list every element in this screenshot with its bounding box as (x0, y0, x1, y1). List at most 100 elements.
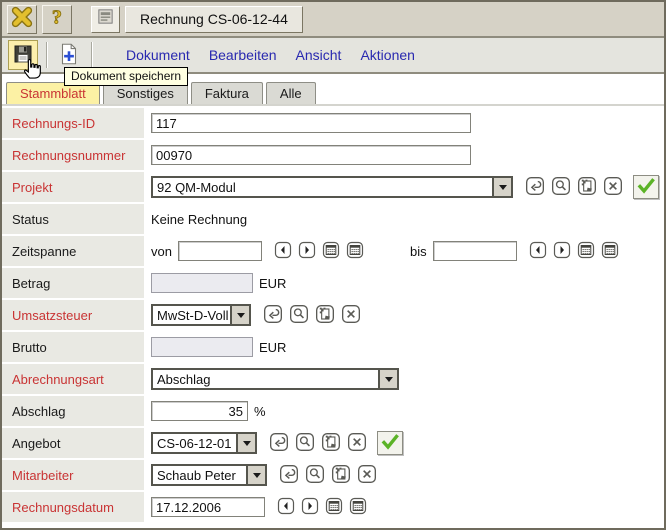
abschlag-input[interactable] (151, 401, 248, 421)
projekt-paste-button[interactable] (577, 177, 597, 197)
clear-icon (603, 176, 623, 199)
betrag-input (151, 273, 253, 293)
next-icon (553, 241, 571, 262)
form-stammblatt: Rechnungs-ID Rechnungsnummer Projekt 92 … (2, 104, 664, 522)
von-prev-button[interactable] (274, 242, 292, 260)
angebot-clear-button[interactable] (347, 433, 367, 453)
angebot-search-button[interactable] (295, 433, 315, 453)
row-abrechnungsart: Abrechnungsart Abschlag (2, 364, 664, 394)
angebot-paste-button[interactable] (321, 433, 341, 453)
tab-faktura[interactable]: Faktura (191, 82, 263, 104)
next-icon (298, 241, 316, 262)
close-icon (10, 5, 34, 34)
menu-aktionen[interactable]: Aktionen (360, 47, 414, 63)
brutto-unit: EUR (259, 340, 286, 355)
bis-next-button[interactable] (553, 242, 571, 260)
new-document-button[interactable] (55, 41, 83, 69)
bis-calendar-button[interactable] (577, 242, 595, 260)
row-betrag: Betrag EUR (2, 268, 664, 298)
bis-calendar2-button[interactable] (601, 242, 619, 260)
row-abschlag: Abschlag % (2, 396, 664, 426)
mitarbeiter-select[interactable]: Schaub Peter (151, 464, 267, 486)
mitarbeiter-paste-button[interactable] (331, 465, 351, 485)
mitarbeiter-value: Schaub Peter (153, 466, 246, 484)
row-umsatzsteuer: Umsatzsteuer MwSt-D-Voll (2, 300, 664, 330)
rechnungs-id-input[interactable] (151, 113, 471, 133)
abrechnungsart-select[interactable]: Abschlag (151, 368, 399, 390)
mitarbeiter-search-button[interactable] (305, 465, 325, 485)
projekt-select[interactable]: 92 QM-Modul (151, 176, 513, 198)
rechnungsnummer-label: Rechnungsnummer (2, 140, 144, 170)
angebot-confirm-button[interactable] (377, 431, 403, 455)
help-button[interactable] (42, 5, 72, 34)
rechnungsnummer-input[interactable] (151, 145, 471, 165)
next-icon (301, 497, 319, 518)
von-next-button[interactable] (298, 242, 316, 260)
brutto-label: Brutto (2, 332, 144, 362)
save-tooltip: Dokument speichern (64, 67, 188, 86)
bis-prev-button[interactable] (529, 242, 547, 260)
calendar-icon (346, 241, 364, 262)
betrag-unit: EUR (259, 276, 286, 291)
umsatzsteuer-goto-button[interactable] (263, 305, 283, 325)
clear-icon (347, 432, 367, 455)
hand-cursor-icon (19, 54, 45, 85)
bis-label: bis (410, 244, 427, 259)
rechnungsdatum-calendar2-button[interactable] (349, 498, 367, 516)
zeitspanne-bis-input[interactable] (433, 241, 517, 261)
menu-dokument[interactable]: Dokument (126, 47, 190, 63)
von-calendar-button[interactable] (322, 242, 340, 260)
goto-icon (279, 464, 299, 487)
umsatzsteuer-paste-button[interactable] (315, 305, 335, 325)
umsatzsteuer-clear-button[interactable] (341, 305, 361, 325)
close-button[interactable] (7, 5, 37, 34)
umsatzsteuer-label: Umsatzsteuer (2, 300, 144, 330)
search-icon (551, 176, 571, 199)
menu-ansicht[interactable]: Ansicht (296, 47, 342, 63)
chevron-down-icon[interactable] (378, 370, 397, 388)
search-icon (305, 464, 325, 487)
von-calendar2-button[interactable] (346, 242, 364, 260)
projekt-search-button[interactable] (551, 177, 571, 197)
chevron-down-icon[interactable] (246, 466, 265, 484)
title-bar: Rechnung CS-06-12-44 (2, 2, 664, 38)
projekt-clear-button[interactable] (603, 177, 623, 197)
projekt-value: 92 QM-Modul (153, 178, 492, 196)
row-mitarbeiter: Mitarbeiter Schaub Peter (2, 460, 664, 490)
document-icon-button[interactable] (91, 6, 120, 33)
prev-icon (274, 241, 292, 262)
chevron-down-icon[interactable] (230, 306, 249, 324)
goto-icon (263, 304, 283, 327)
goto-icon (269, 432, 289, 455)
abschlag-unit: % (254, 404, 266, 419)
tab-alle[interactable]: Alle (266, 82, 316, 104)
help-icon (45, 5, 69, 34)
projekt-confirm-button[interactable] (633, 175, 659, 199)
prev-icon (529, 241, 547, 262)
mitarbeiter-clear-button[interactable] (357, 465, 377, 485)
menu-bearbeiten[interactable]: Bearbeiten (209, 47, 277, 63)
umsatzsteuer-search-button[interactable] (289, 305, 309, 325)
document-window-icon (96, 7, 115, 31)
prev-icon (277, 497, 295, 518)
paste-icon (577, 176, 597, 199)
chevron-down-icon[interactable] (236, 434, 255, 452)
projekt-goto-button[interactable] (525, 177, 545, 197)
rechnungs-id-label: Rechnungs-ID (2, 108, 144, 138)
paste-icon (331, 464, 351, 487)
chevron-down-icon[interactable] (492, 178, 511, 196)
abrechnungsart-label: Abrechnungsart (2, 364, 144, 394)
angebot-goto-button[interactable] (269, 433, 289, 453)
mitarbeiter-label: Mitarbeiter (2, 460, 144, 490)
rechnungsdatum-next-button[interactable] (301, 498, 319, 516)
toolbar-separator (46, 42, 47, 68)
calendar-icon (325, 497, 343, 518)
rechnungsdatum-calendar-button[interactable] (325, 498, 343, 516)
calendar-icon (322, 241, 340, 262)
angebot-select[interactable]: CS-06-12-01 (151, 432, 257, 454)
zeitspanne-von-input[interactable] (178, 241, 262, 261)
rechnungsdatum-input[interactable] (151, 497, 265, 517)
mitarbeiter-goto-button[interactable] (279, 465, 299, 485)
rechnungsdatum-prev-button[interactable] (277, 498, 295, 516)
umsatzsteuer-select[interactable]: MwSt-D-Voll (151, 304, 251, 326)
